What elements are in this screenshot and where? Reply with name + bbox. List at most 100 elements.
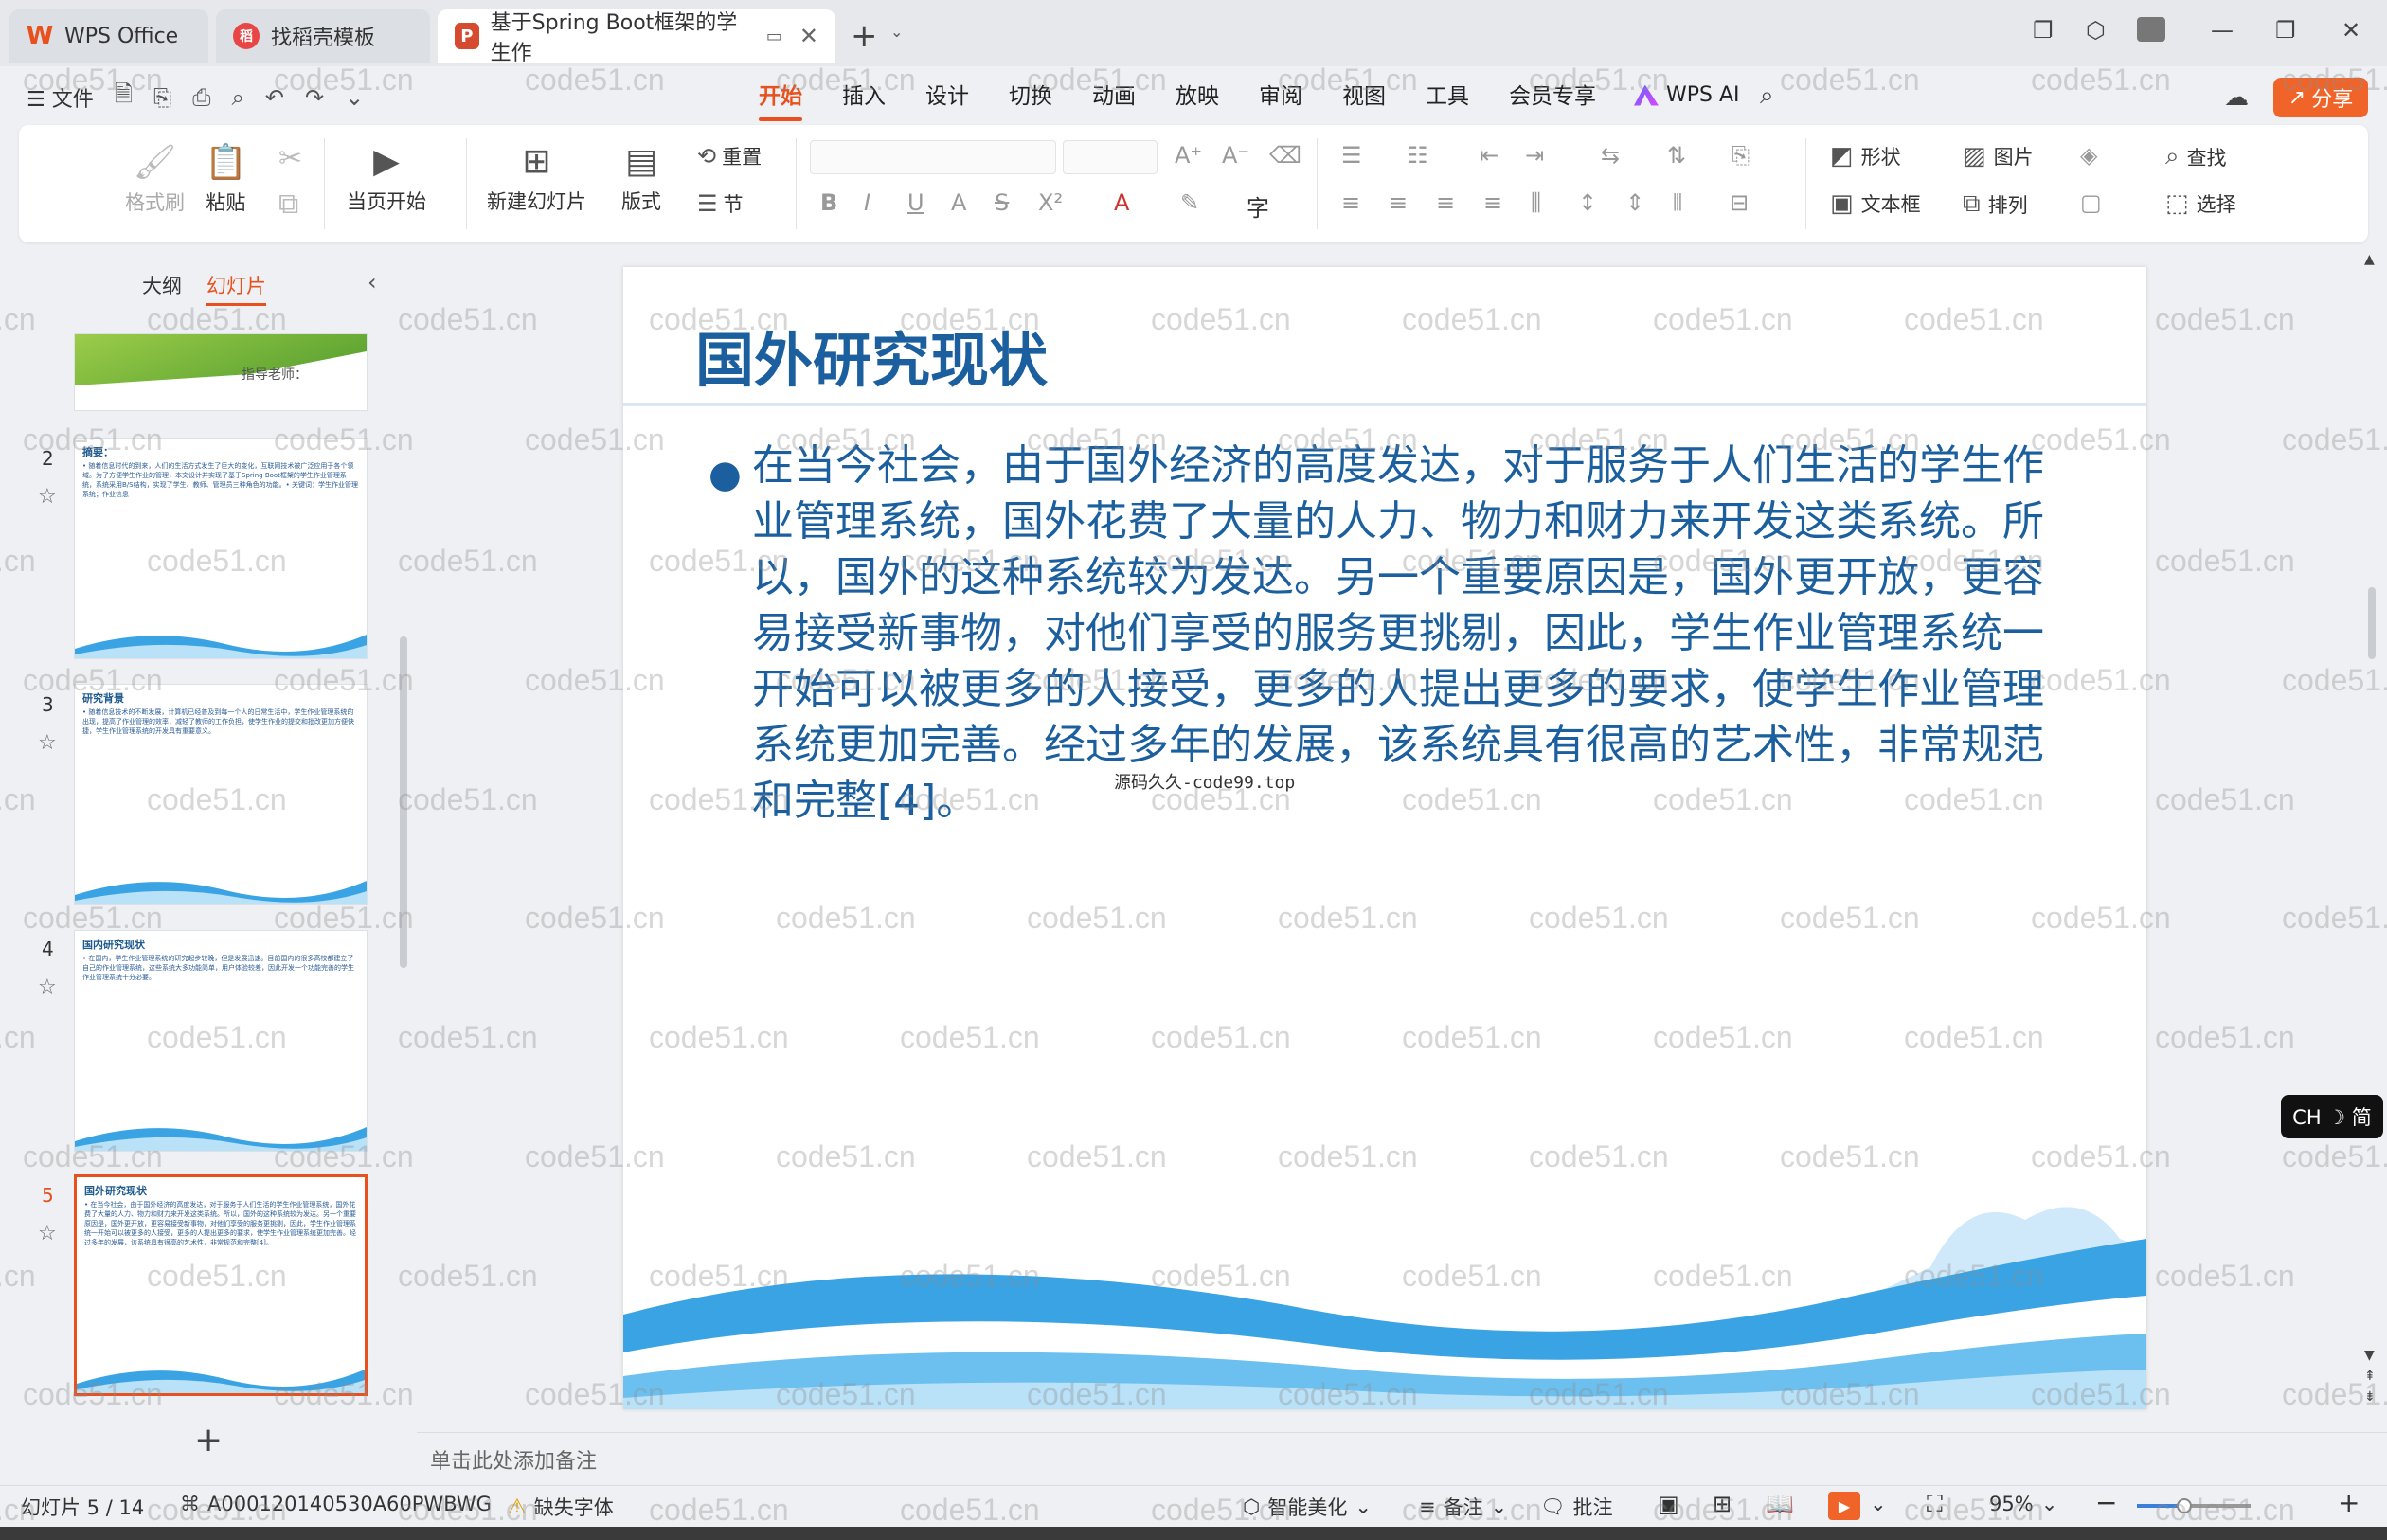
select-button[interactable]: ⬚ 选择	[2165, 189, 2236, 218]
layout-button[interactable]: ▤ 版式	[621, 142, 661, 215]
close-window-icon[interactable]: ✕	[2342, 17, 2360, 44]
tab-slideshow[interactable]: 放映	[1156, 78, 1239, 116]
slide-thumbnail[interactable]: 摘要： • 随着信息时代的到来，人们的生活方式发生了巨大的变化，互联网技术被广泛…	[74, 438, 368, 659]
redo-icon[interactable]: ↷	[305, 84, 324, 111]
new-tab-icon[interactable]: +	[851, 17, 878, 55]
font-color-icon[interactable]: A	[1114, 189, 1129, 216]
notes-placeholder[interactable]: 单击此处添加备注	[430, 1444, 597, 1475]
outline-icon[interactable]: ▢	[2080, 189, 2102, 216]
section-button[interactable]: ☰ 节	[697, 189, 744, 218]
arrange-button[interactable]: ⧉ 排列	[1963, 189, 2028, 219]
ime-indicator[interactable]: CH ☽ 简	[2281, 1095, 2383, 1138]
picture-button[interactable]: ▨ 图片	[1963, 142, 2034, 170]
tab-outline[interactable]: 大纲	[142, 271, 182, 306]
justify-icon[interactable]: ≡	[1483, 189, 1502, 216]
paragraph-spacing-icon[interactable]: ⇕	[1625, 189, 1644, 216]
columns-icon[interactable]: ⫴	[1673, 189, 1682, 216]
export-icon[interactable]: ⎘	[153, 84, 171, 111]
textbox-button[interactable]: ▣ 文本框	[1830, 189, 1921, 218]
reset-button[interactable]: ⟲ 重置	[697, 142, 762, 170]
increase-indent-icon[interactable]: ⇥	[1525, 142, 1544, 169]
sorter-view-icon[interactable]: ⊞	[1713, 1491, 1732, 1517]
file-menu[interactable]: ☰ 文件	[27, 82, 94, 113]
normal-view-icon[interactable]: ▣	[1658, 1491, 1679, 1517]
font-name-select[interactable]	[810, 140, 1056, 174]
bullet-list-icon[interactable]: ☰	[1341, 142, 1362, 169]
tab-presentation[interactable]: P 基于Spring Boot框架的学生作 ▭ ✕	[438, 9, 835, 65]
font-size-select[interactable]	[1063, 140, 1158, 174]
sort-icon[interactable]: ⇅	[1667, 142, 1686, 169]
superscript-icon[interactable]: X²	[1038, 189, 1063, 216]
doc-id[interactable]: ⌘ A000120140530A60PWBWG	[180, 1493, 492, 1515]
format-painter-button[interactable]: 🖌 格式刷	[125, 142, 185, 216]
avatar[interactable]	[2137, 17, 2165, 42]
star-icon[interactable]: ☆	[38, 976, 57, 999]
convert-icon[interactable]: ⎘	[1732, 142, 1750, 169]
shadow-icon[interactable]: A	[951, 189, 966, 216]
slide-thumbnail[interactable]: 国内研究现状 • 在国内，学生作业管理系统的研究起步较晚，但是发展迅速。目前国内…	[74, 930, 368, 1152]
tab-transitions[interactable]: 切换	[989, 78, 1072, 116]
share-button[interactable]: ↗ 分享	[2273, 78, 2368, 117]
chevron-down-icon[interactable]: ⌄	[890, 23, 903, 41]
minimize-icon[interactable]: —	[2211, 17, 2234, 44]
highlight-icon[interactable]: ✎	[1180, 189, 1199, 216]
star-icon[interactable]: ☆	[38, 485, 57, 509]
print-icon[interactable]: ⎙	[192, 84, 210, 111]
zoom-out-icon[interactable]: −	[2095, 1487, 2117, 1518]
zoom-select[interactable]: 95% ⌄	[1989, 1493, 2057, 1515]
slide-thumbnail-selected[interactable]: 国外研究现状 • 在当今社会，由于国外经济的高度发达，对于服务于人们生活的学生作…	[74, 1174, 368, 1396]
align-right-icon[interactable]: ≡	[1436, 189, 1455, 216]
play-from-current-button[interactable]: ▶ 当页开始	[347, 142, 426, 215]
align-center-icon[interactable]: ≡	[1389, 189, 1408, 216]
paste-button[interactable]: 📋 粘贴	[205, 142, 247, 216]
zoom-in-icon[interactable]: +	[2338, 1487, 2360, 1518]
slide-body-text[interactable]: 在当今社会，由于国外经济的高度发达，对于服务于人们生活的学生作业管理系统，国外花…	[752, 438, 2078, 829]
window-layout-icon[interactable]: ❐	[2033, 17, 2054, 44]
comments-button[interactable]: 🗨 批注	[1540, 1493, 1613, 1521]
tab-animations[interactable]: 动画	[1072, 78, 1156, 116]
fit-window-icon[interactable]: ⛶	[1927, 1491, 1943, 1517]
scroll-up-icon[interactable]: ▲	[2364, 252, 2375, 267]
copy-icon[interactable]: ⧉	[278, 188, 298, 221]
new-slide-button[interactable]: ⊞ 新建幻灯片	[487, 142, 586, 215]
bold-icon[interactable]: B	[820, 189, 837, 216]
undo-icon[interactable]: ↶	[265, 84, 284, 111]
slide-thumbnail[interactable]: 研究背景 • 随着信息技术的不断发展，计算机已经普及到每一个人的日常生活中，学生…	[74, 684, 368, 905]
tab-insert[interactable]: 插入	[822, 78, 906, 116]
save-icon[interactable]: 🗎	[115, 78, 133, 116]
tab-slides[interactable]: 幻灯片	[206, 271, 266, 306]
zoom-slider[interactable]	[2137, 1498, 2251, 1513]
panel-scrollbar[interactable]	[400, 636, 407, 968]
find-button[interactable]: ⌕ 查找	[2165, 142, 2227, 171]
chevron-down-icon[interactable]: ⌄	[345, 84, 364, 111]
current-slide[interactable]: 国外研究现状 ● 在当今社会，由于国外经济的高度发达，对于服务于人们生活的学生作…	[623, 267, 2146, 1409]
slide-title[interactable]: 国外研究现状	[695, 313, 1048, 398]
text-direction-icon[interactable]: ⇆	[1601, 142, 1620, 169]
tab-design[interactable]: 设计	[906, 78, 989, 116]
tab-membership[interactable]: 会员专享	[1489, 78, 1616, 116]
fill-icon[interactable]: ◈	[2080, 142, 2097, 169]
wps-ai-button[interactable]: WPS AI	[1634, 83, 1740, 107]
beautify-button[interactable]: ⬡ 智能美化 ⌄	[1243, 1493, 1372, 1521]
slideshow-play-icon[interactable]: ▶	[1828, 1492, 1860, 1520]
star-icon[interactable]: ☆	[38, 731, 57, 755]
close-tab-icon[interactable]: ✕	[799, 23, 818, 49]
chevron-down-icon[interactable]: ⌄	[1870, 1493, 1887, 1515]
scroll-page-icons[interactable]: ▼ ⇞ ⇟	[2364, 1345, 2376, 1407]
slide-thumbnail[interactable]: 指导老师：	[74, 333, 368, 411]
shape-button[interactable]: ◩ 形状	[1830, 142, 1901, 170]
tab-wps-office[interactable]: W WPS Office	[9, 9, 208, 63]
chevron-left-icon[interactable]: ‹	[368, 269, 377, 295]
text-align-icon[interactable]: ⊟	[1730, 189, 1749, 216]
decrease-indent-icon[interactable]: ⇤	[1480, 142, 1499, 169]
tab-view[interactable]: 视图	[1322, 78, 1406, 116]
increase-font-icon[interactable]: A⁺	[1175, 142, 1202, 169]
tab-home[interactable]: 开始	[739, 78, 822, 121]
cube-icon[interactable]: ⬡	[2086, 17, 2106, 44]
notes-pane[interactable]: 单击此处添加备注	[417, 1432, 2387, 1485]
screen-icon[interactable]: ▭	[766, 27, 782, 46]
clear-format-icon[interactable]: ⌫	[1269, 142, 1301, 169]
distribute-icon[interactable]: ⫼	[1531, 189, 1541, 216]
italic-icon[interactable]: I	[864, 189, 870, 216]
tab-tools[interactable]: 工具	[1406, 78, 1489, 116]
